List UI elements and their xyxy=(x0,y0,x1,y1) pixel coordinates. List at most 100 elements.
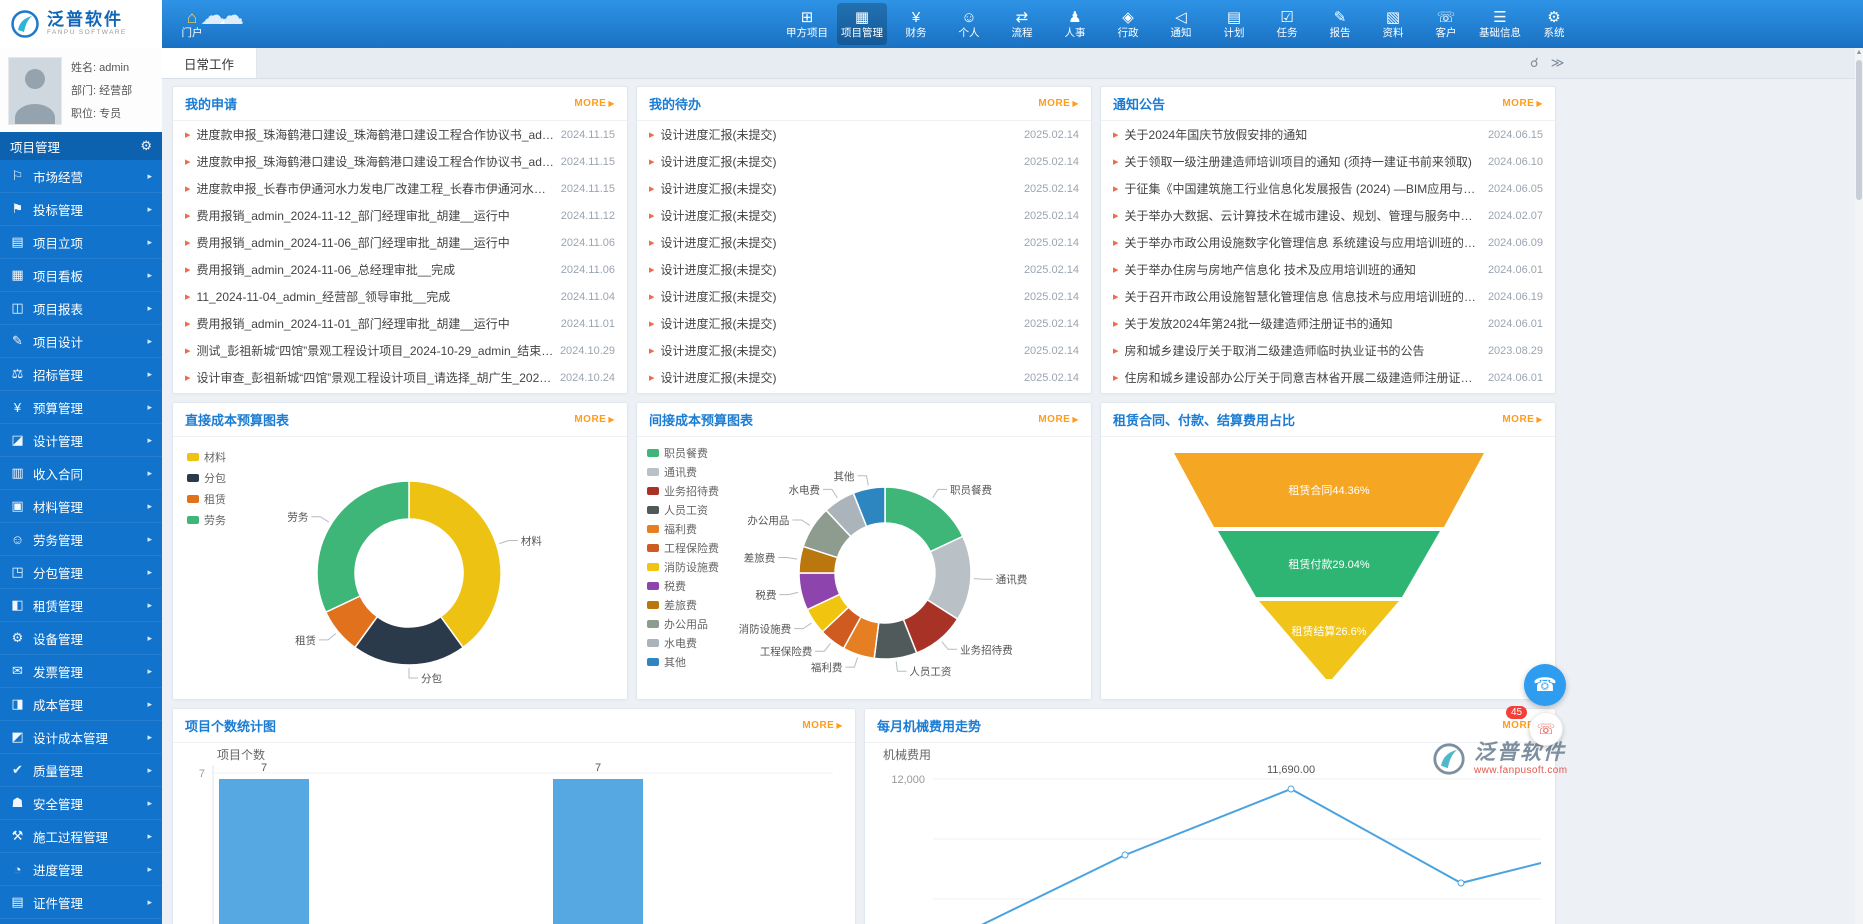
scrollbar-thumb[interactable] xyxy=(1856,60,1862,200)
app-window: 泛普软件 FANPU SOFTWARE ⌂ 门户 ☁☁ ⊞甲方项目▦项目管理¥财… xyxy=(0,0,1863,924)
list-item[interactable]: 关于召开市政公用设施智慧化管理信息 信息技术与应用培训班的通知2024.06.1… xyxy=(1101,283,1555,310)
list-item[interactable]: 设计进度汇报(未提交)2025.02.14 xyxy=(637,202,1091,229)
more-link[interactable]: MORE▶ xyxy=(1038,414,1079,425)
list-item[interactable]: 设计审查_彭祖新城“四馆”景观工程设计项目_请选择_胡广生_2024-10-2.… xyxy=(173,364,627,391)
list-item[interactable]: 进度款申报_长春市伊通河水力发电厂改建工程_长春市伊通河水力发电...2024.… xyxy=(173,175,627,202)
tab-daily-work[interactable]: 日常工作 xyxy=(162,48,257,78)
more-link[interactable]: MORE▶ xyxy=(574,414,615,425)
sidebar-item-certificate-management[interactable]: ▤证件管理▸ xyxy=(0,886,162,919)
list-item[interactable]: 设计进度汇报(未提交)2025.02.14 xyxy=(637,148,1091,175)
legend-item: 分包 xyxy=(187,470,226,486)
sidebar-item-progress-management[interactable]: ◔进度管理▸ xyxy=(0,853,162,886)
sidebar-item-subcontract-management[interactable]: ◳分包管理▸ xyxy=(0,556,162,589)
more-link[interactable]: MORE▶ xyxy=(802,720,843,731)
top-nav-item-documents[interactable]: ▧资料 xyxy=(1369,3,1417,45)
list-item[interactable]: 设计进度汇报(未提交)2025.02.14 xyxy=(637,364,1091,391)
sidebar-item-label: 项目报表 xyxy=(33,299,139,318)
top-nav-item-hr[interactable]: ♟人事 xyxy=(1051,3,1099,45)
top-nav-item-project-management[interactable]: ▦项目管理 xyxy=(837,3,887,45)
sidebar-item-design-management[interactable]: ◪设计管理▸ xyxy=(0,424,162,457)
sidebar-item-label: 材料管理 xyxy=(33,497,139,516)
sidebar-item-construction-process-management[interactable]: ⚒施工过程管理▸ xyxy=(0,820,162,853)
top-nav-item-tasks[interactable]: ☑任务 xyxy=(1263,3,1311,45)
list-item[interactable]: 关于发放2024年第24批一级建造师注册证书的通知2024.06.01 xyxy=(1101,310,1555,337)
scrollbar: ▲ xyxy=(1855,48,1863,924)
top-nav-item-system[interactable]: ⚙系统 xyxy=(1530,3,1565,45)
list-item[interactable]: 设计进度汇报(未提交)2025.02.14 xyxy=(637,229,1091,256)
sidebar-item-budget-management[interactable]: ¥预算管理▸ xyxy=(0,391,162,424)
more-link[interactable]: MORE▶ xyxy=(1502,414,1543,425)
sidebar-item-equipment-management[interactable]: ⚙设备管理▸ xyxy=(0,622,162,655)
list-item[interactable]: 设计进度汇报(未提交)2025.02.14 xyxy=(637,175,1091,202)
top-nav-item-administration[interactable]: ◈行政 xyxy=(1104,3,1152,45)
sidebar-item-design-cost-management[interactable]: ◩设计成本管理▸ xyxy=(0,721,162,754)
top-nav-item-customers[interactable]: ☏客户 xyxy=(1422,3,1470,45)
sidebar-item-cost-management[interactable]: ◨成本管理▸ xyxy=(0,688,162,721)
list-item-date: 2024.11.06 xyxy=(561,237,615,249)
list-item[interactable]: 设计进度汇报(未提交)2025.02.14 xyxy=(637,121,1091,148)
list-item[interactable]: 关于2024年国庆节放假安排的通知2024.06.15 xyxy=(1101,121,1555,148)
client-projects-icon: ⊞ xyxy=(801,9,814,27)
legend-item: 办公用品 xyxy=(647,616,719,632)
list-item[interactable]: 进度款申报_珠海鹤港口建设_珠海鹤港口建设工程合作协议书_admin_...20… xyxy=(173,121,627,148)
list-item[interactable]: 设计进度汇报(未提交)2025.02.14 xyxy=(637,337,1091,364)
list-item[interactable]: 进度款申报_珠海鹤港口建设_珠海鹤港口建设工程合作协议书_admin_...20… xyxy=(173,148,627,175)
sidebar-item-material-management[interactable]: ▣材料管理▸ xyxy=(0,490,162,523)
list-item[interactable]: 关于举办大数据、云计算技术在城市建设、规划、管理与服务中的应用培训班...202… xyxy=(1101,202,1555,229)
sidebar-item-tender-management[interactable]: ⚖招标管理▸ xyxy=(0,358,162,391)
phone-button[interactable]: ☏ xyxy=(1529,712,1563,746)
list-item[interactable]: 住房和城乡建设部办公厅关于同意吉林省开展二级建造师注册证书电子化试点...202… xyxy=(1101,364,1555,391)
more-link[interactable]: MORE▶ xyxy=(574,98,615,109)
collapse-icon[interactable]: ≫ xyxy=(1551,55,1565,71)
sidebar-item-project-board[interactable]: ▦项目看板▸ xyxy=(0,259,162,292)
key-icon[interactable]: ☌ xyxy=(1530,55,1539,71)
list-item[interactable]: 测试_彭祖新城“四馆”景观工程设计项目_2024-10-29_admin_结束_… xyxy=(173,337,627,364)
top-nav-item-client-projects[interactable]: ⊞甲方项目 xyxy=(782,3,832,45)
sidebar-item-safety-management[interactable]: ☗安全管理▸ xyxy=(0,787,162,820)
list-item-date: 2024.11.15 xyxy=(561,183,615,195)
panel-my-requests: 我的申请 MORE▶ 进度款申报_珠海鹤港口建设_珠海鹤港口建设工程合作协议书_… xyxy=(172,86,628,394)
list-item-date: 2025.02.14 xyxy=(1024,156,1079,168)
list-item[interactable]: 费用报销_admin_2024-11-06_部门经理审批_胡建__运行中2024… xyxy=(173,229,627,256)
list-item-date: 2025.02.14 xyxy=(1024,129,1079,141)
top-nav-item-base-info[interactable]: ☰基础信息 xyxy=(1475,3,1525,45)
top-nav-item-finance[interactable]: ¥财务 xyxy=(892,3,940,45)
sidebar-item-project-initiation[interactable]: ▤项目立项▸ xyxy=(0,226,162,259)
top-nav-item-plans[interactable]: ▤计划 xyxy=(1210,3,1258,45)
more-link[interactable]: MORE▶ xyxy=(1038,98,1079,109)
legend-label: 差旅费 xyxy=(664,597,697,613)
list-item[interactable]: 设计进度汇报(未提交)2025.02.14 xyxy=(637,310,1091,337)
list-item[interactable]: 关于举办市政公用设施数字化管理信息 系统建设与应用培训班的通知2024.06.0… xyxy=(1101,229,1555,256)
sidebar-item-income-contract[interactable]: ▥收入合同▸ xyxy=(0,457,162,490)
list-item[interactable]: 房和城乡建设厅关于取消二级建造师临时执业证书的公告2023.08.29 xyxy=(1101,337,1555,364)
sidebar-item-lease-management[interactable]: ◧租赁管理▸ xyxy=(0,589,162,622)
market-management-icon: ⚐ xyxy=(10,168,25,184)
customer-service-button[interactable]: ☎ xyxy=(1524,664,1566,706)
more-link[interactable]: MORE▶ xyxy=(1502,98,1543,109)
list-item[interactable]: 11_2024-11-04_admin_经营部_领导审批__完成2024.11.… xyxy=(173,283,627,310)
sidebar-item-label: 租赁管理 xyxy=(33,596,139,615)
top-nav-item-reports[interactable]: ✎报告 xyxy=(1316,3,1364,45)
list-item[interactable]: 关于领取一级注册建造师培训项目的通知 (须持一建证书前来领取)2024.06.1… xyxy=(1101,148,1555,175)
list-item[interactable]: 费用报销_admin_2024-11-01_部门经理审批_胡建__运行中2024… xyxy=(173,310,627,337)
scrollbar-up-icon[interactable]: ▲ xyxy=(1855,48,1863,58)
sidebar-item-labor-management[interactable]: ☺劳务管理▸ xyxy=(0,523,162,556)
top-nav-item-notifications[interactable]: ◁通知 xyxy=(1157,3,1205,45)
list-item[interactable]: 设计进度汇报(未提交)2025.02.14 xyxy=(637,283,1091,310)
top-nav-item-workflow[interactable]: ⇄流程 xyxy=(998,3,1046,45)
sidebar-item-bidding-management[interactable]: ⚑投标管理▸ xyxy=(0,193,162,226)
list-item[interactable]: 于征集《中国建筑施工行业信息化发展报告 (2024) —BIM应用与发展》材料.… xyxy=(1101,175,1555,202)
sidebar-item-project-reports[interactable]: ◫项目报表▸ xyxy=(0,292,162,325)
list-item[interactable]: 关于举办住房与房地产信息化 技术及应用培训班的通知2024.06.01 xyxy=(1101,256,1555,283)
sidebar-item-project-design[interactable]: ✎项目设计▸ xyxy=(0,325,162,358)
list-item[interactable]: 费用报销_admin_2024-11-06_总经理审批__完成2024.11.0… xyxy=(173,256,627,283)
sidebar-item-invoice-management[interactable]: ✉发票管理▸ xyxy=(0,655,162,688)
top-nav-item-personal[interactable]: ☺个人 xyxy=(945,3,993,45)
app-logo[interactable]: 泛普软件 FANPU SOFTWARE xyxy=(0,0,162,48)
sidebar-item-quality-management[interactable]: ✔质量管理▸ xyxy=(0,754,162,787)
sidebar-item-market-management[interactable]: ⚐市场经营▸ xyxy=(0,160,162,193)
gear-icon[interactable]: ⚙ xyxy=(140,138,152,154)
list-item[interactable]: 费用报销_admin_2024-11-12_部门经理审批_胡建__运行中2024… xyxy=(173,202,627,229)
list-item[interactable]: 设计进度汇报(未提交)2025.02.14 xyxy=(637,256,1091,283)
nav-portal[interactable]: ⌂ 门户 xyxy=(168,0,216,48)
